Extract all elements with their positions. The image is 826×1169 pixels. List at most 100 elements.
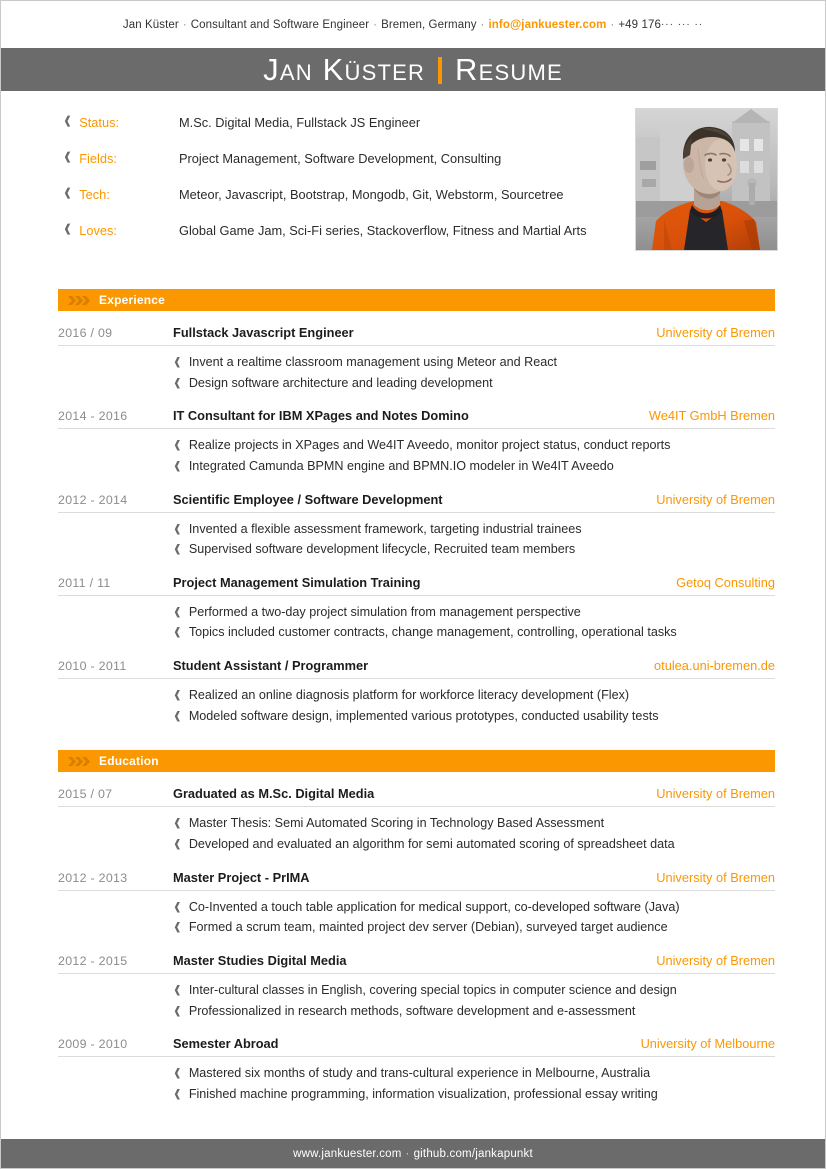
entry-title: Fullstack Javascript Engineer	[173, 325, 354, 340]
chevron-right-icon: ❰	[173, 626, 182, 639]
entry-header: 2015 / 07 Graduated as M.Sc. Digital Med…	[58, 786, 775, 808]
entry-points: ❰﻿ Realized an online diagnosis platform…	[58, 679, 775, 726]
list-item: ❰﻿ Supervised software development lifec…	[173, 540, 775, 560]
entry-title: Scientific Employee / Software Developme…	[173, 491, 443, 507]
point-text: Invent a realtime classroom management u…	[188, 355, 558, 369]
entry-header: 2010 - 2011 Student Assistant / Programm…	[58, 658, 775, 680]
list-item: ❰﻿ Realize projects in XPages and We4IT …	[173, 436, 775, 456]
point-text: Topics included customer contracts, chan…	[188, 625, 677, 640]
list-item: ❰﻿ Invented a flexible assessment framew…	[173, 520, 775, 540]
entry-date: 2016 / 09	[58, 326, 113, 340]
title-divider-icon	[438, 57, 443, 84]
info-row: ❰﻿ Status: M.Sc. Digital Media, Fullstac…	[63, 114, 623, 132]
chevron-right-icon: ❰	[173, 439, 182, 452]
chevron-right-icon: ❰	[173, 709, 182, 722]
contact-phone: +49 176	[618, 18, 661, 31]
chevron-right-icon: ❰	[173, 1004, 182, 1017]
education-entries: 2015 / 07 Graduated as M.Sc. Digital Med…	[1, 772, 825, 1104]
point-text: Modeled software design, implemented var…	[188, 708, 659, 723]
portrait-photo	[636, 109, 777, 250]
point-text: Design software architecture and leading…	[188, 375, 493, 390]
entry: 2014 - 2016 IT Consultant for IBM XPages…	[58, 394, 775, 476]
info-label-text: Loves:	[79, 223, 117, 239]
point-text: Performed a two-day project simulation f…	[188, 604, 581, 619]
avatar	[635, 108, 778, 251]
list-item: ❰﻿ Realized an online diagnosis platform…	[173, 686, 775, 706]
contact-separator-4: ·	[610, 18, 615, 31]
list-item: ❰﻿ Integrated Camunda BPMN engine and BP…	[173, 457, 775, 477]
point-text: Professionalized in research methods, so…	[188, 1003, 636, 1018]
list-item: ❰﻿ Performed a two-day project simulatio…	[173, 603, 775, 623]
contact-location: Bremen, Germany	[381, 18, 477, 31]
title-name: Jan Küster	[263, 52, 426, 87]
entry-date: 2012 - 2013	[58, 870, 128, 885]
contact-separator-3: ·	[480, 18, 485, 31]
entry-organization: University of Bremen	[656, 491, 775, 507]
point-text: Integrated Camunda BPMN engine and BPMN.…	[188, 458, 614, 473]
list-item: ❰﻿ Modeled software design, implemented …	[173, 707, 775, 727]
entry-title: Master Studies Digital Media	[173, 952, 347, 968]
info-label-text: Status:	[79, 115, 120, 130]
chevron-right-icon: ❰	[173, 1087, 182, 1100]
entry-date: 2011 / 11	[58, 575, 111, 590]
chevron-right-icon: ❰	[173, 817, 182, 830]
point-text: Supervised software development lifecycl…	[188, 542, 576, 557]
info-value-tech: Meteor, Javascript, Bootstrap, Mongodb, …	[179, 187, 564, 203]
entry-title: IT Consultant for IBM XPages and Notes D…	[173, 408, 469, 424]
entry-organization: Getoq Consulting	[676, 574, 775, 590]
entry-organization: We4IT GmbH Bremen	[648, 408, 775, 424]
entry: 2016 / 09 Fullstack Javascript Engineer …	[58, 311, 775, 393]
list-item: ❰﻿ Finished machine programming, informa…	[173, 1085, 775, 1105]
entry-header: 2012 - 2013 Master Project - PrIMA Unive…	[58, 870, 775, 891]
info-value-status: M.Sc. Digital Media, Fullstack JS Engine…	[179, 115, 421, 130]
entry-organization: University of Bremen	[656, 869, 775, 885]
triple-chevron-icon	[68, 756, 90, 766]
chevron-right-icon: ❰	[173, 459, 182, 472]
triple-chevron-icon	[68, 295, 90, 305]
chevron-right-icon: ❰	[173, 900, 182, 913]
section-header-experience: Experience	[58, 289, 775, 311]
chevron-right-icon: ❰	[173, 838, 182, 851]
list-item: ❰﻿ Topics included customer contracts, c…	[173, 623, 775, 643]
info-row: ❰﻿ Tech: Meteor, Javascript, Bootstrap, …	[63, 186, 623, 204]
point-text: Realized an online diagnosis platform fo…	[188, 688, 630, 703]
entry: 2009 - 2010 Semester Abroad University o…	[58, 1022, 775, 1104]
entry-points: ❰﻿ Master Thesis: Semi Automated Scoring…	[58, 807, 775, 854]
chevron-right-icon: ❰	[173, 376, 182, 389]
info-label-status: ❰﻿ Status:	[63, 114, 179, 131]
list-item: ❰﻿ Formed a scrum team, mainted project …	[173, 918, 775, 938]
entry-title: Graduated as M.Sc. Digital Media	[173, 786, 375, 802]
title-bar: Jan Küster Resume	[1, 48, 825, 91]
entry-header: 2012 - 2015 Master Studies Digital Media…	[58, 953, 775, 974]
experience-entries: 2016 / 09 Fullstack Javascript Engineer …	[1, 311, 825, 726]
footer-github-link[interactable]: github.com/jankapunkt	[414, 1148, 533, 1160]
point-text: Developed and evaluated an algorithm for…	[188, 837, 675, 852]
footer-separator: ·	[405, 1147, 410, 1160]
entry-title: Semester Abroad	[173, 1036, 279, 1052]
info-row: ❰﻿ Loves: Global Game Jam, Sci-Fi series…	[63, 222, 623, 240]
entry-points: ❰﻿ Co-Invented a touch table application…	[58, 891, 775, 938]
entry-header: 2012 - 2014 Scientific Employee / Softwa…	[58, 492, 775, 513]
entry-title: Project Management Simulation Training	[173, 574, 421, 590]
resume-page: Jan Küster · Consultant and Software Eng…	[0, 0, 826, 1169]
section-title: Education	[99, 754, 159, 769]
footer-website-link[interactable]: www.jankuester.com	[293, 1148, 401, 1160]
info-label-text: Fields:	[79, 151, 117, 167]
entry-date: 2010 - 2011	[58, 659, 127, 674]
entry-points: ❰﻿ Invented a flexible assessment framew…	[58, 513, 775, 560]
entry: 2012 - 2014 Scientific Employee / Softwa…	[58, 478, 775, 560]
chevron-right-icon: ❰	[173, 983, 182, 996]
page-footer: www.jankuester.com · github.com/jankapun…	[1, 1139, 825, 1168]
list-item: ❰﻿ Master Thesis: Semi Automated Scoring…	[173, 814, 775, 834]
contact-email-link[interactable]: info@jankuester.com	[488, 19, 606, 31]
section-title: Experience	[99, 293, 166, 307]
entry-organization: University of Bremen	[656, 952, 775, 968]
point-text: Invented a flexible assessment framework…	[188, 521, 582, 536]
entry-date: 2015 / 07	[58, 787, 113, 802]
chevron-right-icon: ❰	[173, 356, 182, 368]
info-table: ❰﻿ Status: M.Sc. Digital Media, Fullstac…	[63, 108, 623, 241]
entry-organization: otulea.uni-bremen.de	[654, 658, 775, 674]
entry-points: ❰﻿ Performed a two-day project simulatio…	[58, 596, 775, 643]
entry-title: Student Assistant / Programmer	[173, 658, 369, 674]
point-text: Inter-cultural classes in English, cover…	[188, 982, 677, 997]
